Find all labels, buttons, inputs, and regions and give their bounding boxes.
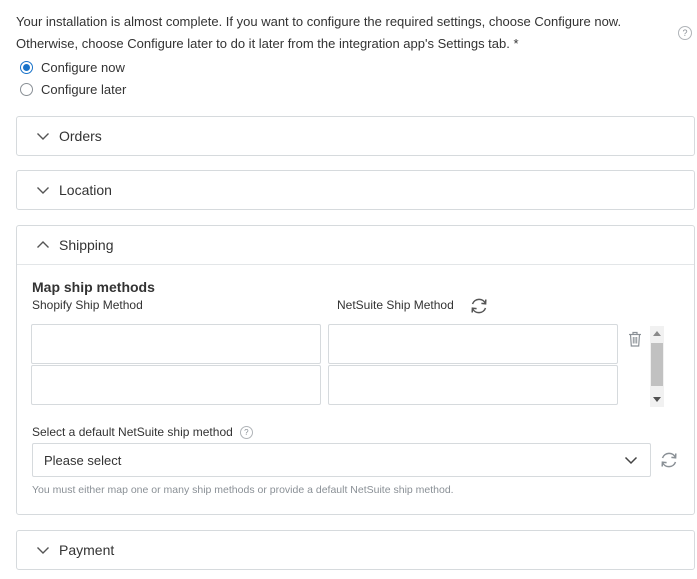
payment-panel-title: Payment bbox=[59, 542, 115, 558]
shopify-ship-method-input[interactable] bbox=[31, 324, 321, 364]
configure-later-radio[interactable] bbox=[20, 82, 33, 96]
configure-now-label: Configure now bbox=[41, 59, 125, 75]
default-ship-method-select[interactable]: Please select bbox=[32, 443, 651, 477]
configure-later-label: Configure later bbox=[41, 81, 127, 97]
location-panel-title: Location bbox=[59, 182, 112, 198]
default-ship-method-label-text: Select a default NetSuite ship method bbox=[32, 425, 233, 439]
location-panel: Location bbox=[16, 170, 695, 210]
netsuite-ship-method-input[interactable] bbox=[328, 365, 618, 405]
shopify-ship-method-input[interactable] bbox=[31, 365, 321, 405]
shipping-panel-title: Shipping bbox=[59, 237, 114, 253]
payment-panel-header[interactable]: Payment bbox=[17, 531, 694, 569]
shipping-panel-body: Map ship methods Shopify Ship Method Net… bbox=[17, 264, 694, 514]
map-ship-methods-title: Map ship methods bbox=[32, 279, 155, 295]
chevron-down-icon bbox=[624, 453, 638, 467]
configure-now-radio[interactable] bbox=[20, 60, 33, 74]
chevron-down-icon bbox=[35, 128, 51, 144]
scroll-down-arrow[interactable] bbox=[653, 397, 661, 402]
shopify-ship-method-header: Shopify Ship Method bbox=[32, 298, 143, 312]
help-icon[interactable]: ? bbox=[678, 26, 692, 40]
chevron-up-icon bbox=[35, 237, 51, 253]
orders-panel: Orders bbox=[16, 116, 695, 156]
trash-icon[interactable] bbox=[628, 331, 642, 347]
mapping-scrollbar[interactable] bbox=[650, 326, 664, 407]
scroll-up-arrow[interactable] bbox=[653, 331, 661, 336]
orders-panel-title: Orders bbox=[59, 128, 102, 144]
orders-panel-header[interactable]: Orders bbox=[17, 117, 694, 155]
help-icon[interactable]: ? bbox=[239, 425, 253, 439]
chevron-down-icon bbox=[35, 182, 51, 198]
netsuite-ship-method-input[interactable] bbox=[328, 324, 618, 364]
shipping-panel: Shipping Map ship methods Shopify Ship M… bbox=[16, 225, 695, 515]
location-panel-header[interactable]: Location bbox=[17, 171, 694, 209]
intro-text: Your installation is almost complete. If… bbox=[16, 14, 622, 51]
configure-now-option[interactable]: Configure now bbox=[20, 58, 125, 76]
default-ship-method-value: Please select bbox=[44, 452, 122, 468]
refresh-icon[interactable] bbox=[468, 295, 490, 317]
refresh-icon[interactable] bbox=[658, 449, 680, 471]
netsuite-ship-method-header: NetSuite Ship Method bbox=[337, 298, 454, 312]
payment-panel: Payment bbox=[16, 530, 695, 570]
default-ship-method-label: Select a default NetSuite ship method ? bbox=[32, 425, 253, 439]
shipping-panel-header[interactable]: Shipping bbox=[17, 226, 694, 264]
chevron-down-icon bbox=[35, 542, 51, 558]
scroll-thumb[interactable] bbox=[651, 343, 663, 386]
configure-later-option[interactable]: Configure later bbox=[20, 80, 126, 98]
ship-method-hint: You must either map one or many ship met… bbox=[32, 484, 454, 496]
